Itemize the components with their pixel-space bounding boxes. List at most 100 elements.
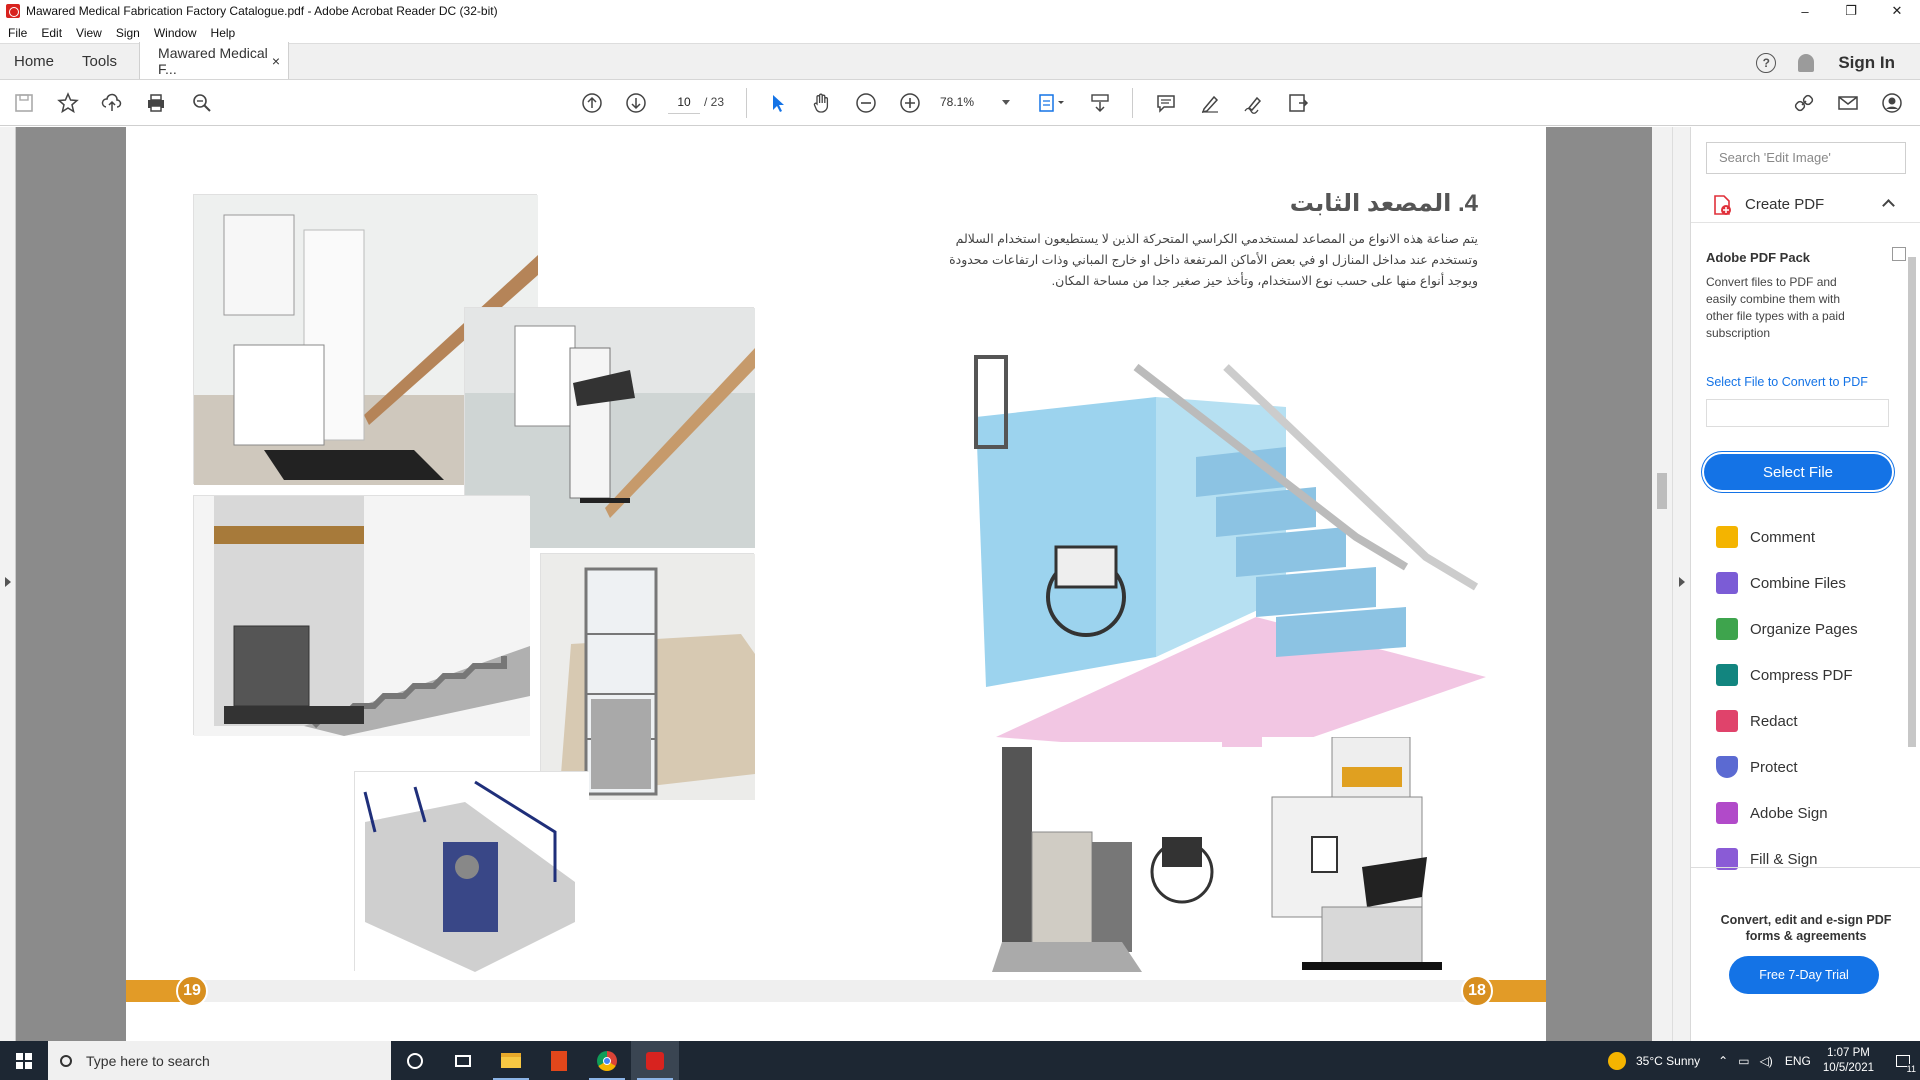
zoom-out-icon[interactable] — [854, 91, 878, 115]
tools-search-input[interactable]: Search 'Edit Image' — [1706, 142, 1906, 174]
page-footer-bar: 19 18 — [126, 975, 1546, 1007]
tool-compress-pdf[interactable]: Compress PDF — [1691, 652, 1920, 698]
scrollbar-thumb[interactable] — [1657, 473, 1667, 509]
main-toolbar: 10 / 23 78.1% — [0, 80, 1920, 126]
help-icon[interactable]: ? — [1756, 52, 1777, 73]
print-icon[interactable] — [144, 91, 168, 115]
adobe-sign-icon — [1716, 802, 1738, 824]
cloud-upload-icon[interactable] — [100, 91, 124, 115]
cortana-icon[interactable] — [391, 1041, 439, 1080]
highlight-pen-icon[interactable] — [1198, 91, 1222, 115]
page-total: / 23 — [704, 95, 725, 109]
create-pdf-label: Create PDF — [1745, 196, 1825, 213]
menu-bar: File Edit View Sign Window Help — [0, 22, 1920, 43]
create-pdf-icon — [1714, 194, 1731, 215]
toolbar-divider — [746, 88, 747, 118]
taskbar-search-input[interactable]: Type here to search — [48, 1041, 391, 1080]
select-file-dropzone[interactable] — [1706, 399, 1889, 427]
comment-icon[interactable] — [1154, 91, 1178, 115]
scrollbar-thumb[interactable] — [1908, 257, 1916, 747]
tool-label: Adobe Sign — [1750, 804, 1828, 822]
paragraph-line: ويوجد أنواع منها على حسب نوع الاستخدام، … — [1051, 274, 1478, 288]
scroll-mode-icon[interactable] — [1088, 91, 1112, 115]
tool-redact[interactable]: Redact — [1691, 698, 1920, 744]
share-tools-icon[interactable] — [1286, 91, 1310, 115]
tool-adobe-sign[interactable]: Adobe Sign — [1691, 790, 1920, 836]
tool-organize-pages[interactable]: Organize Pages — [1691, 606, 1920, 652]
tool-label: Compress PDF — [1750, 666, 1853, 684]
tools-scrollbar[interactable] — [1903, 187, 1920, 867]
system-clock[interactable]: 1:07 PM 10/5/2021 — [1823, 1046, 1874, 1076]
minimize-button[interactable]: – — [1782, 0, 1828, 22]
menu-file[interactable]: File — [8, 26, 27, 40]
network-icon[interactable]: ▭ — [1738, 1054, 1749, 1068]
left-panel-toggle[interactable] — [0, 127, 16, 1041]
acrobat-taskbar-icon[interactable] — [631, 1041, 679, 1080]
volume-icon[interactable]: ◁) — [1760, 1054, 1773, 1068]
tool-label: Fill & Sign — [1750, 850, 1818, 868]
zoom-level-dropdown[interactable]: 78.1% — [940, 90, 1010, 114]
previous-page-icon[interactable] — [580, 91, 604, 115]
menu-view[interactable]: View — [76, 26, 102, 40]
tab-home[interactable]: Home — [0, 43, 68, 79]
compress-pdf-icon — [1716, 664, 1738, 686]
weather-sun-icon[interactable] — [1608, 1051, 1626, 1070]
task-view-icon[interactable] — [439, 1041, 487, 1080]
tool-comment[interactable]: Comment — [1691, 514, 1920, 560]
shield-icon — [1716, 756, 1738, 778]
windows-start-icon[interactable] — [0, 1041, 48, 1080]
bookmark-star-icon[interactable] — [56, 91, 80, 115]
tool-combine-files[interactable]: Combine Files — [1691, 560, 1920, 606]
chevron-right-icon — [1679, 577, 1685, 587]
section-paragraph: يتم صناعة هذه الانواع من المصاعد لمستخدم… — [918, 229, 1478, 292]
menu-help[interactable]: Help — [211, 26, 236, 40]
tray-chevron-icon[interactable]: ⌃ — [1718, 1054, 1728, 1068]
tab-tools[interactable]: Tools — [68, 43, 131, 79]
file-explorer-icon[interactable] — [487, 1041, 535, 1080]
menu-sign[interactable]: Sign — [116, 26, 140, 40]
acrobat-app-icon — [6, 4, 20, 18]
maximize-button[interactable]: ❐ — [1828, 0, 1874, 22]
pdf-page: 4. المصعد الثابت يتم صناعة هذه الانواع م… — [126, 127, 1546, 1041]
save-icon[interactable] — [12, 91, 36, 115]
tool-label: Combine Files — [1750, 574, 1846, 592]
select-file-button[interactable]: Select File — [1704, 454, 1892, 490]
tool-protect[interactable]: Protect — [1691, 744, 1920, 790]
zoom-in-icon[interactable] — [898, 91, 922, 115]
page-number-input[interactable]: 10 — [668, 90, 700, 114]
tools-pane: Search 'Edit Image' Create PDF Adobe PDF… — [1690, 127, 1920, 1041]
email-icon[interactable] — [1836, 91, 1860, 115]
create-pdf-header[interactable]: Create PDF — [1691, 187, 1920, 223]
select-file-link[interactable]: Select File to Convert to PDF — [1706, 375, 1868, 389]
share-link-icon[interactable] — [1792, 91, 1816, 115]
free-trial-button[interactable]: Free 7-Day Trial — [1729, 956, 1879, 994]
pdf-pack-description: Convert files to PDF and easily combine … — [1706, 275, 1845, 340]
platform-lift-wheelchair-photo — [982, 742, 1222, 974]
hand-tool-icon[interactable] — [810, 91, 834, 115]
select-cursor-icon[interactable] — [766, 91, 790, 115]
fit-page-icon[interactable] — [1034, 91, 1070, 115]
zoom-search-icon[interactable] — [190, 91, 214, 115]
menu-window[interactable]: Window — [154, 26, 197, 40]
sign-pen-icon[interactable] — [1242, 91, 1266, 115]
notification-count: 11 — [1906, 1064, 1916, 1074]
document-scrollbar[interactable] — [1652, 127, 1672, 1041]
notification-center-icon[interactable]: 11 — [1886, 1041, 1920, 1080]
sign-in-button[interactable]: Sign In — [1838, 53, 1895, 73]
menu-edit[interactable]: Edit — [41, 26, 62, 40]
next-page-icon[interactable] — [624, 91, 648, 115]
chevron-up-icon[interactable] — [1882, 199, 1895, 212]
right-panel-toggle[interactable] — [1672, 127, 1690, 1041]
tool-label: Redact — [1750, 712, 1798, 730]
close-tab-icon[interactable]: × — [272, 53, 280, 69]
weather-text[interactable]: 35°C Sunny — [1636, 1054, 1700, 1068]
chrome-icon[interactable] — [583, 1041, 631, 1080]
account-icon[interactable] — [1880, 91, 1904, 115]
tab-document[interactable]: Mawared Medical F... × — [139, 42, 290, 79]
language-indicator[interactable]: ENG — [1785, 1054, 1811, 1068]
paragraph-line: وتستخدم عند مداخل المنازل او في بعض الأم… — [949, 253, 1478, 267]
close-window-button[interactable]: ✕ — [1874, 0, 1920, 22]
notifications-bell-icon[interactable] — [1798, 53, 1815, 72]
search-icon — [60, 1054, 72, 1067]
office-icon[interactable] — [535, 1041, 583, 1080]
